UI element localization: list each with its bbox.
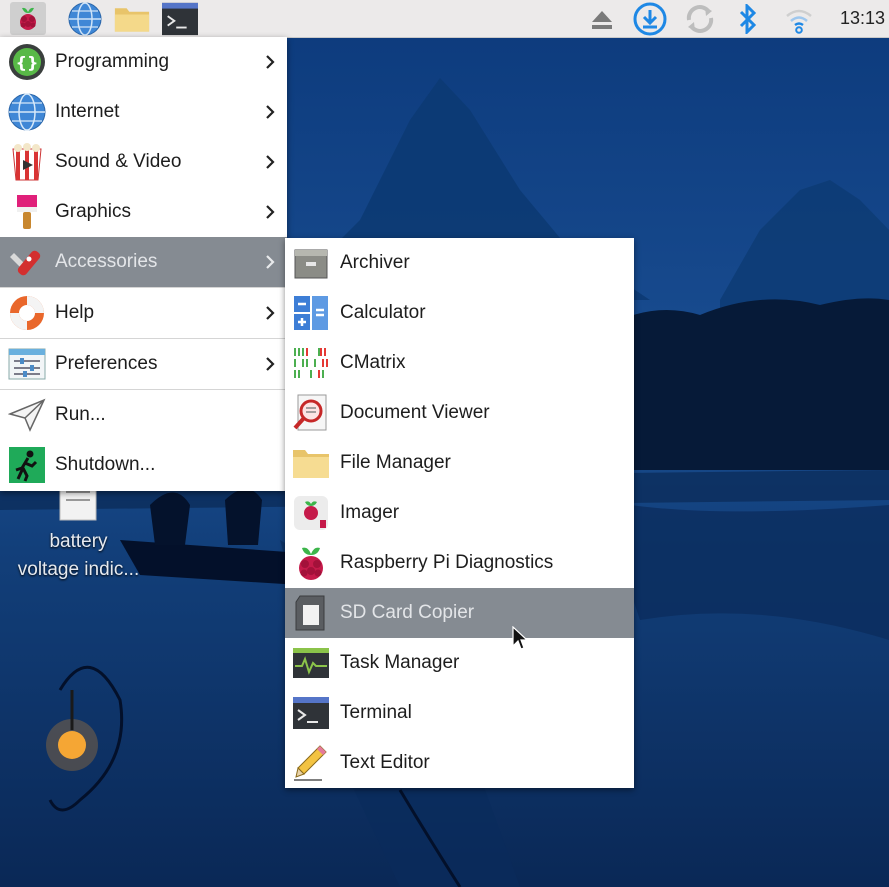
sync-button[interactable] <box>683 2 717 35</box>
menu-item-document-viewer[interactable]: Document Viewer <box>285 388 634 438</box>
menu-item-label: Calculator <box>340 302 426 323</box>
menu-item-label: Sound & Video <box>55 151 182 172</box>
internet-icon <box>8 93 46 131</box>
menu-item-label: Shutdown... <box>55 454 156 475</box>
menu-item-file-manager[interactable]: File Manager <box>285 438 634 488</box>
web-browser-icon <box>68 1 102 36</box>
programming-icon: {} <box>9 44 45 80</box>
menu-item-preferences[interactable]: Preferences <box>0 339 287 389</box>
menu-item-shutdown[interactable]: Shutdown... <box>0 440 287 490</box>
menu-item-label: Terminal <box>340 702 412 723</box>
menu-item-calculator[interactable]: Calculator <box>285 288 634 338</box>
updates-icon <box>633 2 667 35</box>
clock[interactable]: 13:13 <box>840 0 885 37</box>
run-icon <box>8 398 46 432</box>
raspberry-menu-icon <box>20 7 36 30</box>
menu-item-terminal[interactable]: Terminal <box>285 688 634 738</box>
archiver-icon <box>294 249 328 279</box>
terminal-icon <box>293 697 329 729</box>
wifi-icon <box>786 9 812 34</box>
menu-item-label: Document Viewer <box>340 402 490 423</box>
text-editor-icon <box>294 745 327 781</box>
eject-button[interactable] <box>585 2 619 35</box>
menu-item-archiver[interactable]: Archiver <box>285 238 634 288</box>
menu-item-label: Raspberry Pi Diagnostics <box>340 552 554 573</box>
menu-item-programming[interactable]: {} Programming <box>0 37 287 87</box>
menu-item-label: Graphics <box>55 201 132 222</box>
menu-item-run[interactable]: Run... <box>0 390 287 440</box>
menu-item-label: CMatrix <box>340 352 406 373</box>
menu-item-label: Help <box>55 302 95 323</box>
chevron-right-icon <box>266 357 275 371</box>
desktop-icon-label: battery voltage indic... <box>6 528 151 584</box>
chevron-right-icon <box>266 155 275 169</box>
file-manager-icon <box>114 7 150 32</box>
eject-icon <box>592 10 612 29</box>
menu-item-sound-video[interactable]: Sound & Video <box>0 137 287 187</box>
file-manager-button[interactable] <box>114 2 150 35</box>
terminal-button[interactable] <box>162 2 198 35</box>
accessories-icon <box>10 250 41 276</box>
chevron-right-icon <box>266 306 275 320</box>
menu-item-sd-card-copier[interactable]: SD Card Copier <box>285 588 634 638</box>
menu-item-label: Programming <box>55 51 170 72</box>
bluetooth-icon <box>739 3 757 34</box>
menu-item-label: Archiver <box>340 252 410 273</box>
menu-item-cmatrix[interactable]: CMatrix <box>285 338 634 388</box>
sd-card-icon <box>295 595 325 631</box>
updates-button[interactable] <box>633 2 667 35</box>
menu-item-text-editor[interactable]: Text Editor <box>285 738 634 788</box>
web-browser-button[interactable] <box>67 1 103 36</box>
menu-item-graphics[interactable]: Graphics <box>0 187 287 237</box>
menu-item-label: Preferences <box>55 353 158 374</box>
menu-item-label: SD Card Copier <box>340 602 475 623</box>
folder-icon <box>293 450 329 478</box>
desktop-icon-label-line1: battery <box>49 531 108 552</box>
menu-item-raspberry-pi-diagnostics[interactable]: Raspberry Pi Diagnostics <box>285 538 634 588</box>
cmatrix-icon <box>294 348 328 378</box>
desktop-icon-label-line2: voltage indic... <box>17 559 140 580</box>
menu-item-imager[interactable]: Imager <box>285 488 634 538</box>
imager-icon <box>294 496 328 530</box>
chevron-right-icon <box>266 205 275 219</box>
menu-item-task-manager[interactable]: Task Manager <box>285 638 634 688</box>
menu-item-label: Run... <box>55 404 106 425</box>
shutdown-icon <box>9 447 45 483</box>
document-viewer-icon <box>293 394 327 431</box>
menu-item-accessories[interactable]: Accessories <box>0 237 287 287</box>
menu-item-label: Task Manager <box>340 652 460 673</box>
raspberry-icon <box>299 547 323 580</box>
menu-item-label: Text Editor <box>340 752 430 773</box>
taskbar: 13:13 <box>0 0 889 38</box>
bluetooth-button[interactable] <box>731 2 765 35</box>
menu-item-label: Internet <box>55 101 120 122</box>
menu-item-internet[interactable]: Internet <box>0 87 287 137</box>
menu-item-label: File Manager <box>340 452 451 473</box>
chevron-right-icon <box>266 55 275 69</box>
wifi-button[interactable] <box>782 2 816 35</box>
graphics-icon <box>17 195 37 229</box>
calculator-icon <box>294 296 328 330</box>
accessories-submenu: Archiver Calculator CMatrix Document Vie… <box>285 238 634 788</box>
main-menu: {} Programming Internet Sound & Video Gr… <box>0 37 287 491</box>
sync-icon <box>686 4 714 33</box>
chevron-right-icon <box>266 105 275 119</box>
raspberry-menu-button[interactable] <box>10 2 46 35</box>
preferences-icon <box>8 348 46 380</box>
sound-video-icon <box>12 143 42 181</box>
menu-item-label: Imager <box>340 502 400 523</box>
help-icon <box>10 296 44 330</box>
svg-text:{}: {} <box>16 53 39 72</box>
terminal-icon <box>162 2 198 35</box>
menu-item-label: Accessories <box>55 251 158 272</box>
task-manager-icon <box>293 648 329 678</box>
chevron-right-icon <box>266 255 275 269</box>
mouse-cursor-icon <box>512 626 528 650</box>
menu-item-help[interactable]: Help <box>0 288 287 338</box>
